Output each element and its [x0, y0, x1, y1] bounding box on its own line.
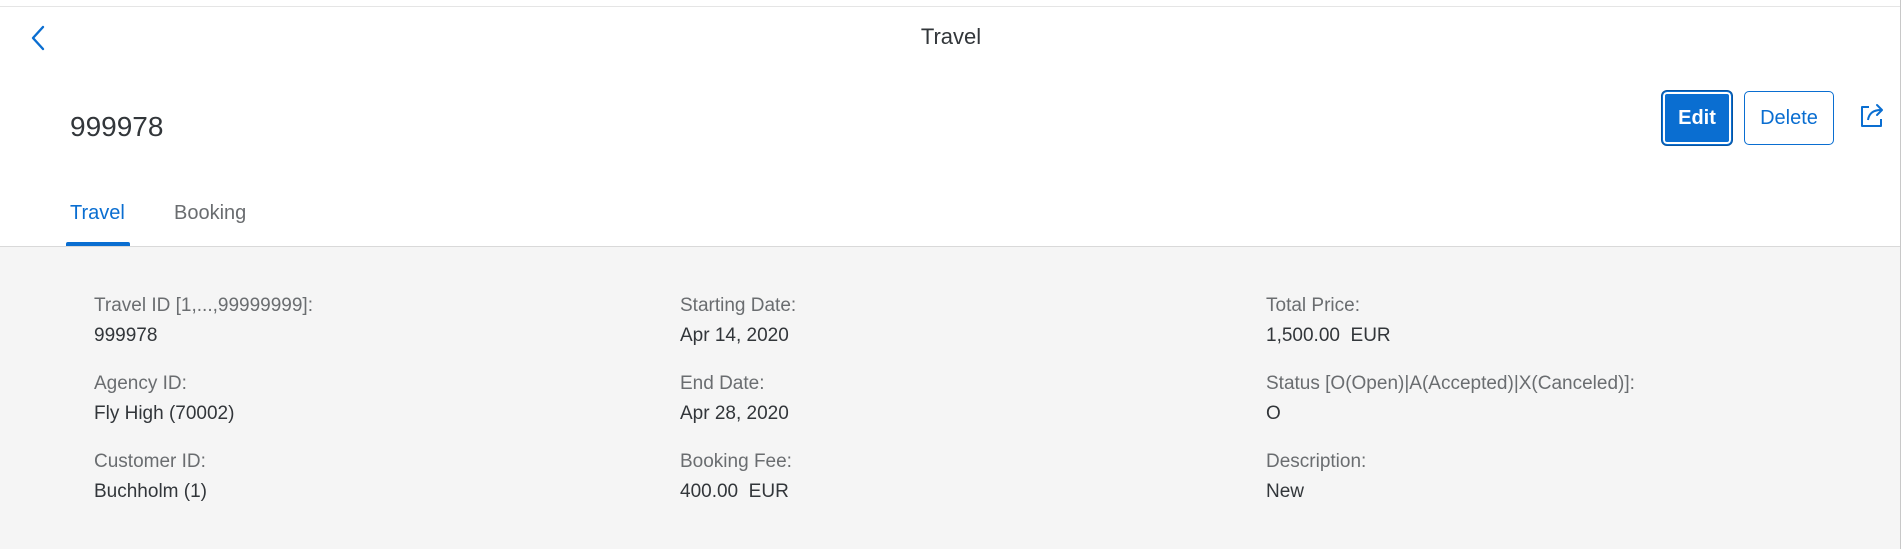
edit-button[interactable]: Edit — [1662, 91, 1732, 145]
field-end-date: End Date: Apr 28, 2020 — [680, 373, 789, 425]
field-label: Description: — [1266, 451, 1367, 472]
share-icon — [1858, 102, 1886, 135]
field-label: Travel ID [1,...,99999999]: — [94, 295, 313, 316]
shell-title: Travel — [920, 24, 982, 49]
field-label: Agency ID: — [94, 373, 187, 394]
field-status: Status [O(Open)|A(Accepted)|X(Canceled)]… — [1266, 373, 1635, 425]
app-root: Travel 999978 Edit Delete Travel Booking… — [0, 0, 1902, 549]
field-label: Customer ID: — [94, 451, 206, 472]
field-total-price: Total Price: 1,500.00 EUR — [1266, 295, 1391, 347]
share-button[interactable] — [1856, 102, 1888, 134]
field-value: 400.00 EUR — [680, 481, 789, 502]
field-booking-fee: Booking Fee: 400.00 EUR — [680, 451, 792, 503]
field-value: Fly High (70002) — [94, 403, 235, 424]
field-starting-date: Starting Date: Apr 14, 2020 — [680, 295, 796, 347]
tab-travel[interactable]: Travel — [70, 202, 125, 225]
tab-booking[interactable]: Booking — [174, 202, 246, 225]
field-travel-id: Travel ID [1,...,99999999]: 999978 — [94, 295, 313, 347]
field-value: New — [1266, 481, 1305, 502]
field-value: Apr 14, 2020 — [680, 325, 789, 346]
field-customer-id: Customer ID: Buchholm (1) — [94, 451, 207, 503]
field-value: 1,500.00 EUR — [1266, 325, 1391, 346]
field-label: End Date: — [680, 373, 765, 394]
field-value: 999978 — [94, 325, 158, 346]
field-label: Booking Fee: — [680, 451, 792, 472]
field-value: Apr 28, 2020 — [680, 403, 789, 424]
travel-details-section: Travel ID [1,...,99999999]: 999978 Agenc… — [0, 247, 1900, 549]
field-description: Description: New — [1266, 451, 1366, 503]
field-agency-id: Agency ID: Fly High (70002) — [94, 373, 234, 425]
top-border — [0, 6, 1900, 7]
delete-button[interactable]: Delete — [1744, 91, 1834, 145]
field-label: Total Price: — [1266, 295, 1360, 316]
right-border — [1900, 0, 1901, 549]
field-value: Buchholm (1) — [94, 481, 207, 502]
field-label: Starting Date: — [680, 295, 797, 316]
field-value: O — [1266, 403, 1281, 424]
page-title: 999978 — [70, 111, 164, 142]
field-label: Status [O(Open)|A(Accepted)|X(Canceled)]… — [1266, 373, 1635, 394]
